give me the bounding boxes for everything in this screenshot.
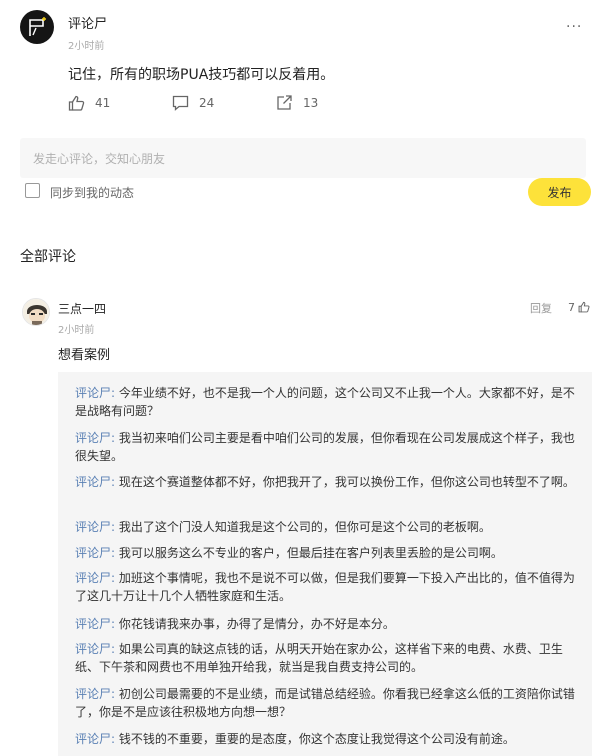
comment-bubble-icon <box>172 95 189 111</box>
reply-text: 今年业绩不好，也不是我一个人的问题，这个公司又不止我一个人。大家都不好，是不是战… <box>75 386 575 418</box>
reply-text: 加班这个事情呢，我也不是说不可以做，但是我们要算一下投入产出比的，值不值得为了这… <box>75 571 575 603</box>
reply-text: 如果公司真的缺这点钱的话，从明天开始在家办公，这样省下来的电费、水费、卫生纸、下… <box>75 642 563 674</box>
like-count: 41 <box>95 96 111 110</box>
comment-button[interactable]: 24 <box>172 93 214 113</box>
comment-timestamp: 2小时前 <box>58 325 95 336</box>
all-comments-heading: 全部评论 <box>20 249 76 265</box>
reply-separator: : <box>111 571 119 585</box>
reply-separator: : <box>111 732 119 746</box>
sync-checkbox[interactable] <box>25 183 40 198</box>
comment-like-count: 7 <box>568 300 575 314</box>
share-button[interactable]: 13 <box>276 93 318 113</box>
reply-separator: : <box>111 687 119 701</box>
like-button[interactable]: 41 <box>68 93 110 113</box>
share-icon <box>277 95 292 110</box>
comment-like-button[interactable]: 7 <box>568 300 590 314</box>
reply-text: 我出了这个门没人知道我是这个公司的，但你可是这个公司的老板啊。 <box>118 520 491 534</box>
reply-separator: : <box>111 642 119 656</box>
thumbs-up-icon <box>578 301 590 313</box>
reply-author[interactable]: 评论尸 <box>75 431 111 445</box>
reply-author[interactable]: 评论尸 <box>75 687 111 701</box>
reply-item: 评论尸: 如果公司真的缺这点钱的话，从明天开始在家办公，这样省下来的电费、水费、… <box>75 640 575 676</box>
reply-author[interactable]: 评论尸 <box>75 520 111 534</box>
post-author-name[interactable]: 评论尸 <box>68 13 107 32</box>
reply-separator: : <box>111 520 119 534</box>
reply-author[interactable]: 评论尸 <box>75 642 111 656</box>
reply-item: 评论尸: 初创公司最需要的不是业绩，而是试错总结经验。你看我已经拿这么低的工资陪… <box>75 685 575 721</box>
post-timestamp: 2小时前 <box>68 41 105 52</box>
share-count: 13 <box>303 96 319 110</box>
reply-separator: : <box>111 431 119 445</box>
post-text: 记住，所有的职场PUA技巧都可以反着用。 <box>68 67 335 83</box>
more-options-icon[interactable]: ··· <box>566 19 582 35</box>
reply-item: 评论尸: 我可以服务这么不专业的客户，但最后挂在客户列表里丢脸的是公司啊。 <box>75 544 575 562</box>
reply-text: 我可以服务这么不专业的客户，但最后挂在客户列表里丢脸的是公司啊。 <box>118 546 503 560</box>
reply-separator: : <box>111 475 119 489</box>
reply-thread: 评论尸: 今年业绩不好，也不是我一个人的问题，这个公司又不止我一个人。大家都不好… <box>58 372 592 756</box>
sync-checkbox-label[interactable]: 同步到我的动态 <box>50 184 134 201</box>
reply-item: 评论尸: 现在这个赛道整体都不好，你把我开了，我可以换份工作，但你这公司也转型不… <box>75 473 575 491</box>
reply-author[interactable]: 评论尸 <box>75 617 111 631</box>
reply-text: 我当初来咱们公司主要是看中咱们公司的发展，但你看现在公司发展成这个样子，我也很失… <box>75 431 575 463</box>
reply-item: 评论尸: 加班这个事情呢，我也不是说不可以做，但是我们要算一下投入产出比的，值不… <box>75 569 575 605</box>
reply-author[interactable]: 评论尸 <box>75 475 111 489</box>
publish-button[interactable]: 发布 <box>528 178 591 206</box>
reply-author[interactable]: 评论尸 <box>75 546 111 560</box>
commenter-avatar[interactable] <box>22 298 50 326</box>
comment-input[interactable]: 发走心评论，交知心朋友 <box>20 138 586 178</box>
reply-text: 初创公司最需要的不是业绩，而是试错总结经验。你看我已经拿这么低的工资陪你试错了，… <box>75 687 575 719</box>
reply-item: 评论尸: 今年业绩不好，也不是我一个人的问题，这个公司又不止我一个人。大家都不好… <box>75 384 575 420</box>
reply-author[interactable]: 评论尸 <box>75 732 111 746</box>
post: 评论尸 2小时前 ··· 记住，所有的职场PUA技巧都可以反着用。 41 24 … <box>0 0 600 138</box>
reply-author[interactable]: 评论尸 <box>75 386 111 400</box>
author-avatar[interactable] <box>20 10 54 44</box>
reply-item: 评论尸: 我当初来咱们公司主要是看中咱们公司的发展，但你看现在公司发展成这个样子… <box>75 429 575 465</box>
reply-separator: : <box>111 386 119 400</box>
reply-item: 评论尸: 钱不钱的不重要，重要的是态度，你这个态度让我觉得这个公司没有前途。 <box>75 730 575 748</box>
reply-item: 评论尸: 你花钱请我来办事，办得了是情分，办不好是本分。 <box>75 615 575 633</box>
reply-text: 你花钱请我来办事，办得了是情分，办不好是本分。 <box>118 617 395 631</box>
reply-text: 现在这个赛道整体都不好，你把我开了，我可以换份工作，但你这公司也转型不了啊。 <box>118 475 575 489</box>
comment-input-placeholder: 发走心评论，交知心朋友 <box>33 152 166 166</box>
reply-separator: : <box>111 617 119 631</box>
comment-text: 想看案例 <box>58 348 111 363</box>
comment-count: 24 <box>199 96 215 110</box>
reply-item: 评论尸: 我出了这个门没人知道我是这个公司的，但你可是这个公司的老板啊。 <box>75 518 575 536</box>
thumbs-up-icon <box>68 95 85 111</box>
reply-separator: : <box>111 546 119 560</box>
reply-button[interactable]: 回复 <box>530 300 552 316</box>
reply-text: 钱不钱的不重要，重要的是态度，你这个态度让我觉得这个公司没有前途。 <box>118 732 515 746</box>
commenter-name[interactable]: 三点一四 <box>58 300 106 317</box>
reply-author[interactable]: 评论尸 <box>75 571 111 585</box>
